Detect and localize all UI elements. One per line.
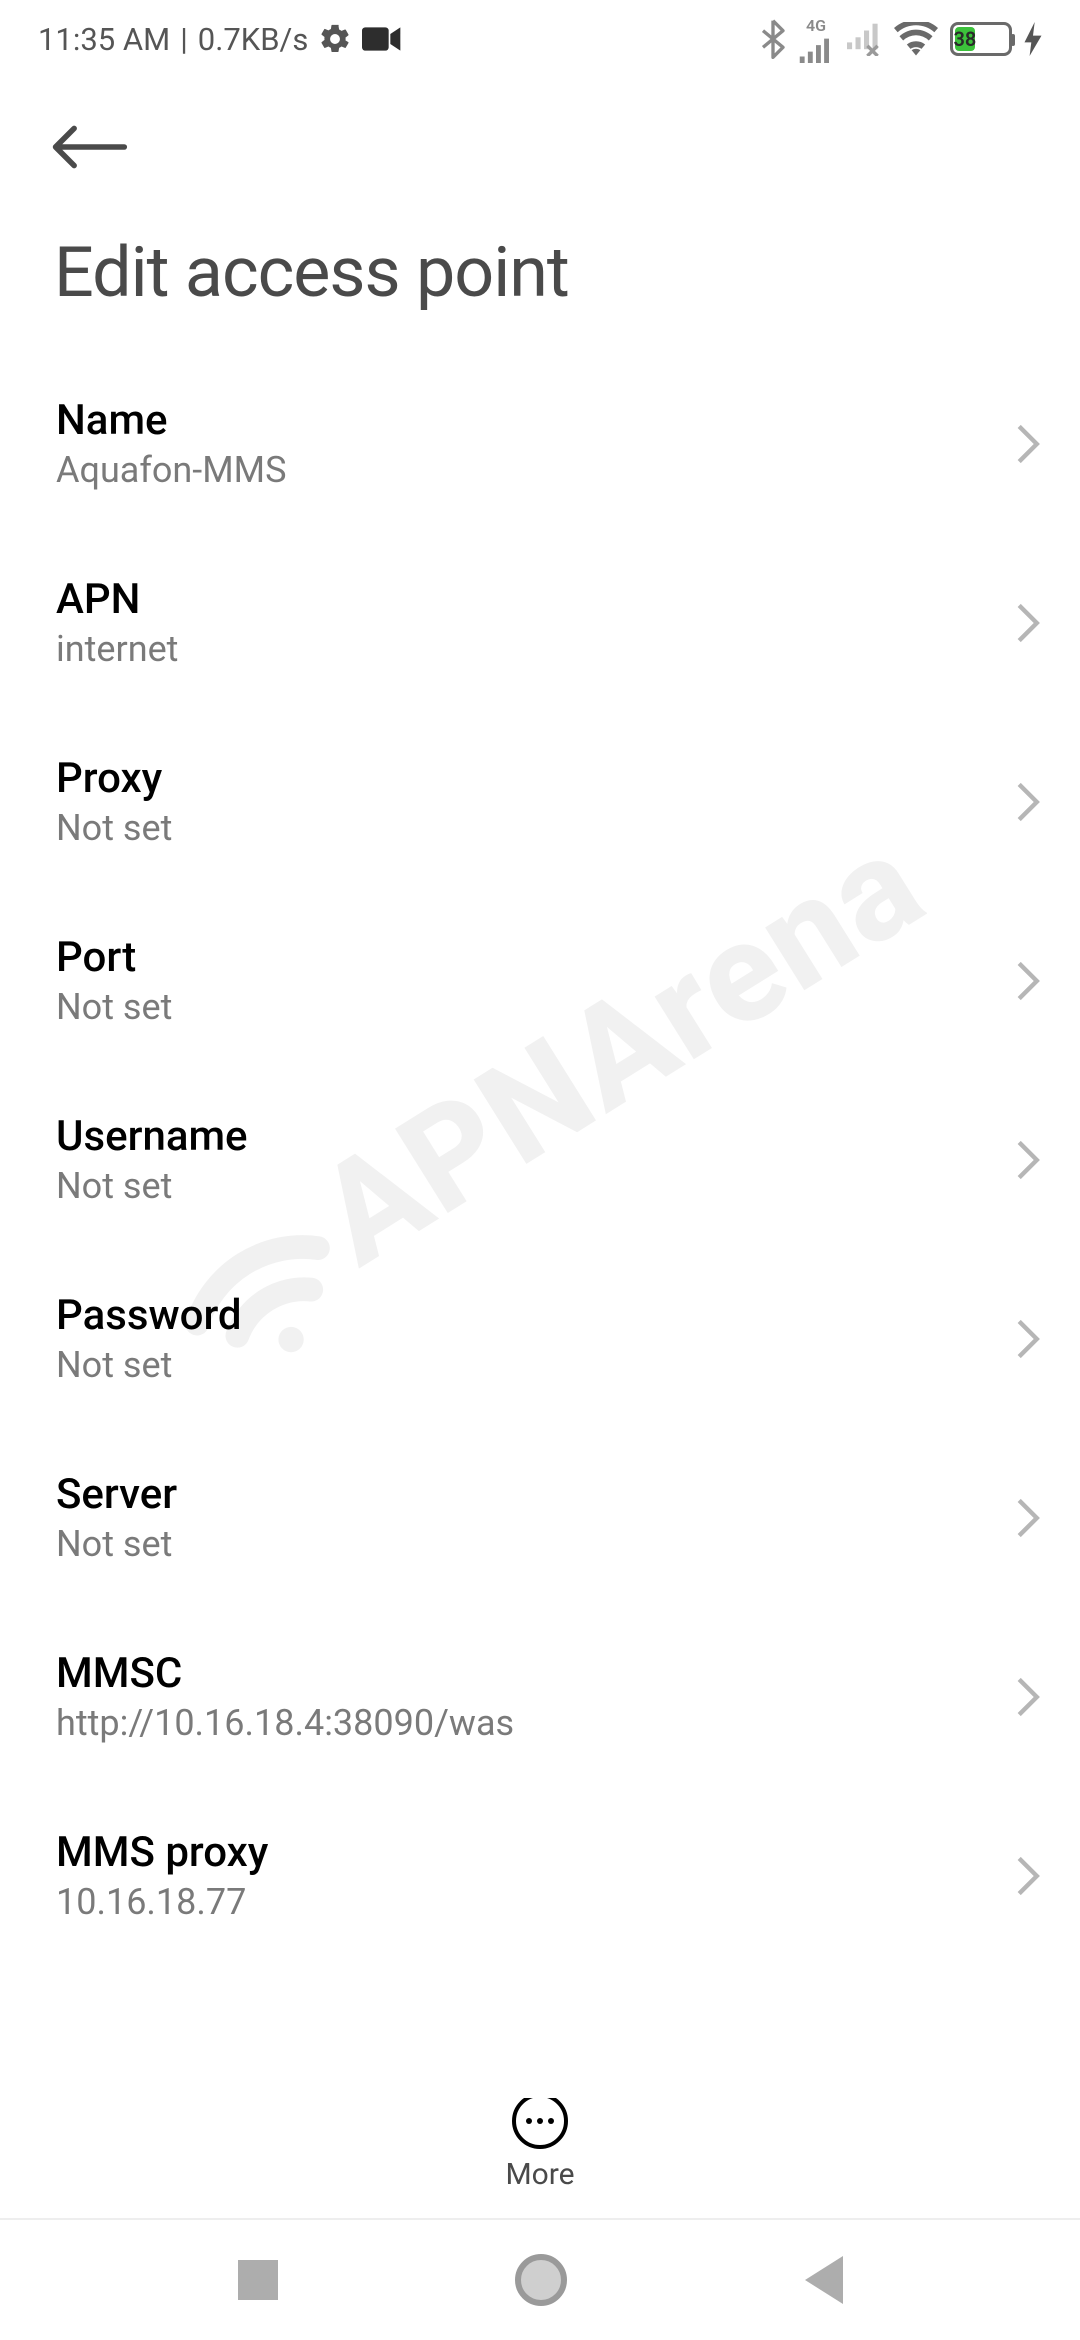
- row-port-value: Not set: [56, 986, 172, 1028]
- more-button[interactable]: More: [505, 2093, 574, 2192]
- row-mmsc[interactable]: MMSC http://10.16.18.4:38090/was: [0, 1607, 1080, 1786]
- chevron-right-icon: [1014, 780, 1042, 824]
- battery-fill: 38: [955, 27, 975, 51]
- action-bar: More: [0, 2075, 1080, 2214]
- row-password-label: Password: [56, 1291, 242, 1340]
- chevron-right-icon: [1014, 601, 1042, 645]
- status-time: 11:35 AM: [38, 21, 170, 58]
- row-username-label: Username: [56, 1112, 248, 1161]
- signal-4g-icon: 4G: [798, 16, 834, 63]
- row-proxy-label: Proxy: [56, 754, 172, 803]
- row-name[interactable]: Name Aquafon-MMS: [0, 354, 1080, 533]
- row-port[interactable]: Port Not set: [0, 891, 1080, 1070]
- row-password-value: Not set: [56, 1344, 242, 1386]
- status-bar-left: 11:35 AM | 0.7KB/s: [38, 21, 402, 58]
- signal-4g-label: 4G: [806, 16, 826, 35]
- row-apn[interactable]: APN internet: [0, 533, 1080, 712]
- gear-icon: [318, 22, 352, 56]
- row-proxy[interactable]: Proxy Not set: [0, 712, 1080, 891]
- battery-icon: 38: [950, 22, 1012, 56]
- chevron-right-icon: [1014, 422, 1042, 466]
- back-button[interactable]: [50, 124, 1030, 170]
- nav-home-button[interactable]: [515, 2254, 567, 2306]
- status-data-rate: 0.7KB/s: [198, 21, 309, 58]
- nav-recents-button[interactable]: [238, 2260, 278, 2300]
- settings-list[interactable]: Name Aquafon-MMS APN internet Proxy Not …: [0, 354, 1080, 1965]
- row-apn-label: APN: [56, 575, 178, 624]
- chevron-right-icon: [1014, 959, 1042, 1003]
- status-separator: |: [180, 21, 188, 58]
- row-mms-proxy-label: MMS proxy: [56, 1828, 268, 1877]
- row-name-label: Name: [56, 396, 286, 445]
- row-mms-proxy-value: 10.16.18.77: [56, 1881, 268, 1923]
- row-username[interactable]: Username Not set: [0, 1070, 1080, 1249]
- status-bar-right: 4G 38: [760, 16, 1042, 63]
- signal-nosim-icon: [846, 22, 882, 56]
- row-server-label: Server: [56, 1470, 177, 1519]
- row-mmsc-label: MMSC: [56, 1649, 514, 1698]
- chevron-right-icon: [1014, 1675, 1042, 1719]
- wifi-icon: [894, 22, 938, 56]
- row-username-value: Not set: [56, 1165, 248, 1207]
- row-mms-proxy[interactable]: MMS proxy 10.16.18.77: [0, 1786, 1080, 1965]
- camera-icon: [362, 24, 402, 54]
- system-nav-bar: [0, 2218, 1080, 2340]
- charging-bolt-icon: [1024, 22, 1042, 56]
- row-proxy-value: Not set: [56, 807, 172, 849]
- bluetooth-icon: [760, 19, 786, 59]
- row-name-value: Aquafon-MMS: [56, 449, 286, 491]
- row-server[interactable]: Server Not set: [0, 1428, 1080, 1607]
- row-password[interactable]: Password Not set: [0, 1249, 1080, 1428]
- more-button-label: More: [505, 2157, 574, 2192]
- chevron-right-icon: [1014, 1496, 1042, 1540]
- page-title: Edit access point: [0, 170, 1080, 354]
- chevron-right-icon: [1014, 1317, 1042, 1361]
- chevron-right-icon: [1014, 1854, 1042, 1898]
- row-mmsc-value: http://10.16.18.4:38090/was: [56, 1702, 514, 1744]
- row-server-value: Not set: [56, 1523, 177, 1565]
- chevron-right-icon: [1014, 1138, 1042, 1182]
- status-bar: 11:35 AM | 0.7KB/s 4G 38: [0, 0, 1080, 78]
- row-apn-value: internet: [56, 628, 178, 670]
- more-icon: [512, 2093, 568, 2149]
- row-port-label: Port: [56, 933, 172, 982]
- nav-back-button[interactable]: [805, 2256, 843, 2304]
